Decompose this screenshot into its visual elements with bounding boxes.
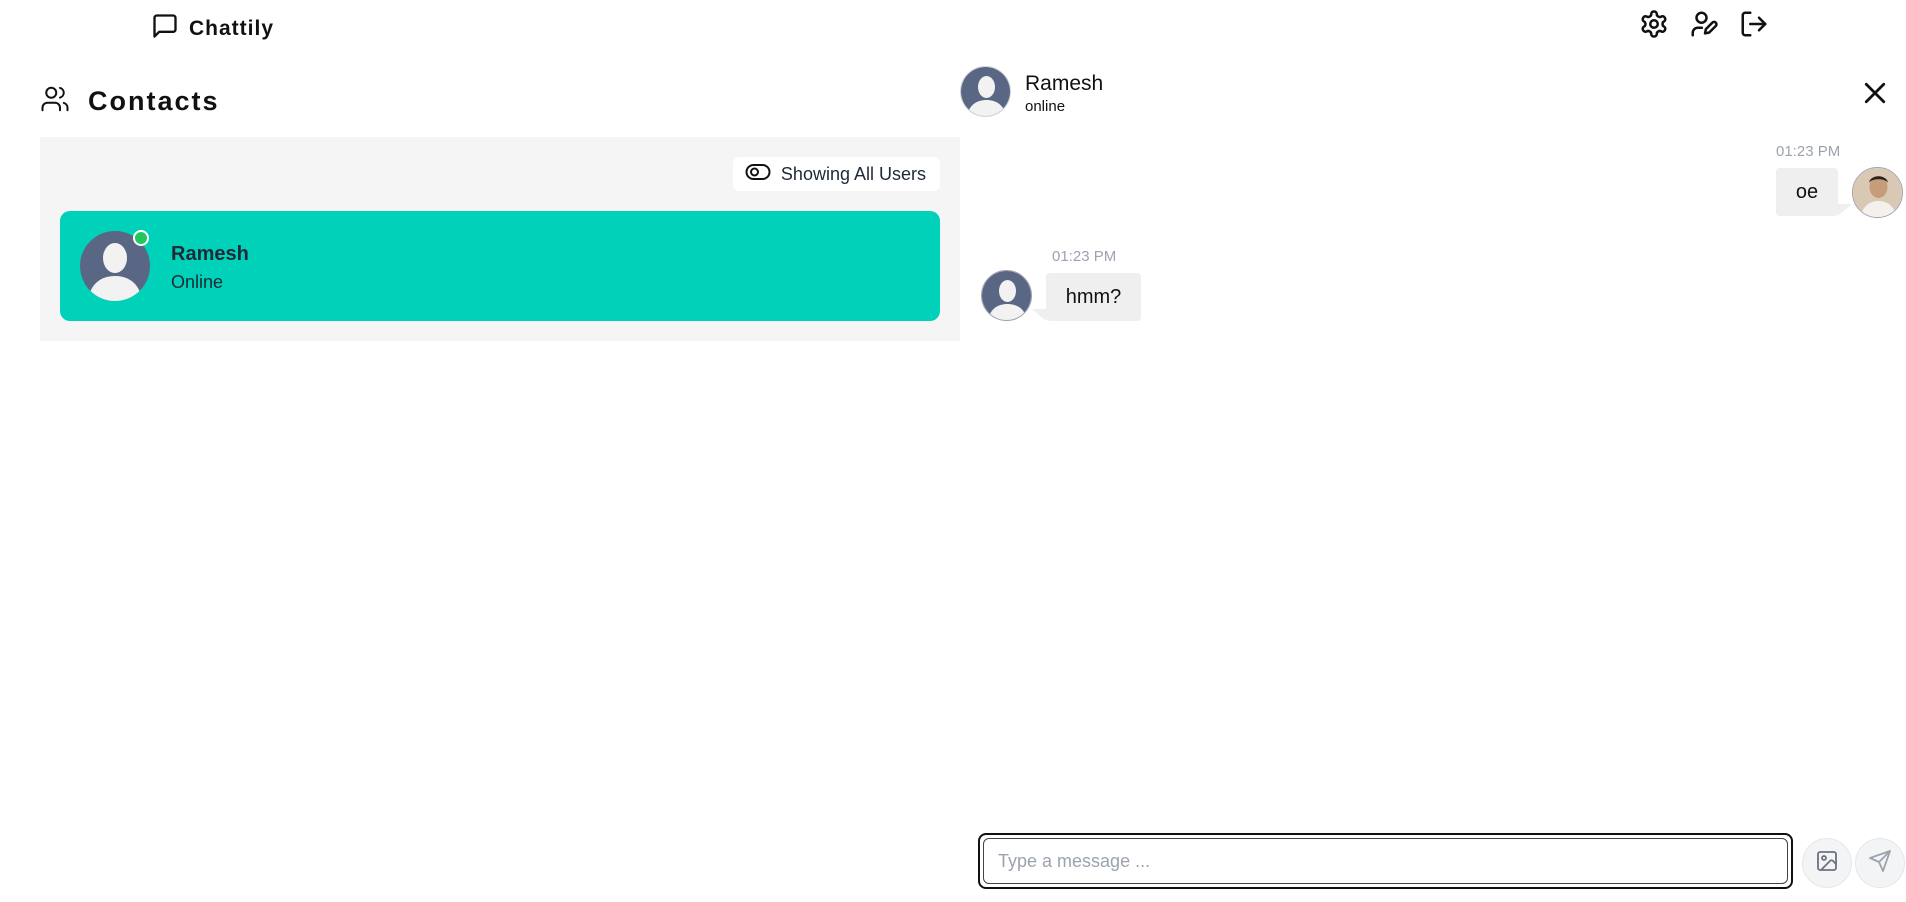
close-icon [1860, 82, 1890, 112]
contacts-panel: Showing All Users Ramesh Online [40, 137, 960, 341]
send-icon [1868, 849, 1892, 878]
message-composer [978, 833, 1793, 889]
message-bubble-sent: oe [1776, 168, 1838, 216]
show-all-users-toggle[interactable]: Showing All Users [732, 157, 940, 191]
close-chat-button[interactable] [1860, 78, 1890, 108]
contacts-header: Contacts [40, 84, 220, 119]
chat-contact-status: online [1025, 98, 1066, 115]
chat-contact-avatar [960, 66, 1011, 117]
message-square-icon [151, 12, 179, 45]
brand[interactable]: Chattily [151, 12, 274, 45]
logout-icon [1739, 9, 1769, 44]
users-icon [40, 84, 70, 119]
message-time: 01:23 PM [1776, 143, 1841, 160]
send-button[interactable] [1855, 838, 1905, 888]
online-indicator [133, 230, 149, 246]
message-bubble-received: hmm? [1046, 273, 1141, 321]
contact-avatar [981, 270, 1032, 321]
attach-image-button[interactable] [1802, 838, 1852, 888]
nav-actions [1638, 9, 1770, 44]
message-time: 01:23 PM [1052, 248, 1117, 265]
my-avatar [1852, 167, 1903, 218]
toggle-icon [745, 162, 771, 187]
settings-button[interactable] [1638, 9, 1670, 44]
contact-status: Online [171, 272, 224, 292]
chat-contact-name: Ramesh [1025, 72, 1104, 95]
message-input[interactable] [983, 838, 1788, 884]
image-icon [1815, 849, 1839, 878]
edit-profile-button[interactable] [1688, 10, 1720, 42]
filter-label: Showing All Users [780, 163, 926, 184]
user-edit-icon [1689, 9, 1719, 44]
bubble-tail [1838, 204, 1852, 216]
settings-icon [1639, 9, 1669, 44]
logout-button[interactable] [1738, 10, 1770, 42]
top-navbar: Chattily [0, 0, 1906, 54]
contact-item[interactable]: Ramesh Online [60, 211, 940, 321]
app-name: Chattily [189, 16, 275, 40]
contact-name: Ramesh [171, 243, 249, 265]
bubble-tail [1032, 309, 1046, 321]
contacts-title: Contacts [88, 86, 220, 116]
